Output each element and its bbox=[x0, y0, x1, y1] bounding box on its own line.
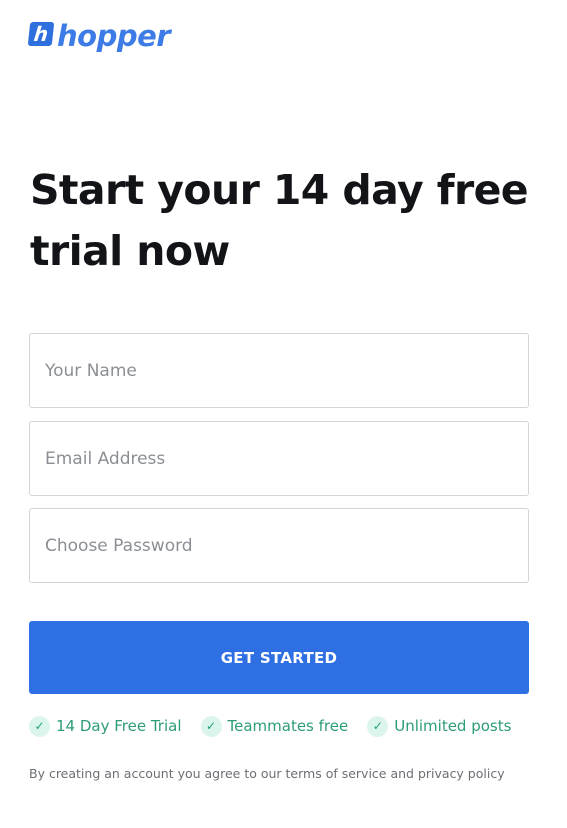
feature-label: 14 Day Free Trial bbox=[56, 717, 182, 735]
email-input[interactable] bbox=[29, 421, 529, 496]
password-input[interactable] bbox=[29, 508, 529, 583]
page-title: Start your 14 day free trial now bbox=[30, 166, 529, 275]
feature-item: ✓ 14 Day Free Trial bbox=[29, 715, 182, 737]
hopper-logo-icon: h bbox=[27, 22, 55, 46]
terms-text: By creating an account you agree to our … bbox=[29, 766, 505, 781]
feature-item: ✓ Teammates free bbox=[200, 715, 349, 737]
brand-name: hopper bbox=[57, 19, 171, 53]
feature-label: Unlimited posts bbox=[394, 717, 512, 735]
feature-list: ✓ 14 Day Free Trial ✓ Teammates free ✓ U… bbox=[29, 713, 539, 739]
check-icon: ✓ bbox=[200, 715, 222, 737]
check-icon: ✓ bbox=[367, 715, 389, 737]
get-started-button[interactable]: GET STARTED bbox=[29, 621, 529, 694]
brand-logo[interactable]: h hopper bbox=[27, 18, 171, 58]
check-icon: ✓ bbox=[29, 715, 50, 737]
feature-label: Teammates free bbox=[227, 717, 349, 735]
feature-item: ✓ Unlimited posts bbox=[367, 715, 512, 737]
name-input[interactable] bbox=[29, 333, 529, 408]
